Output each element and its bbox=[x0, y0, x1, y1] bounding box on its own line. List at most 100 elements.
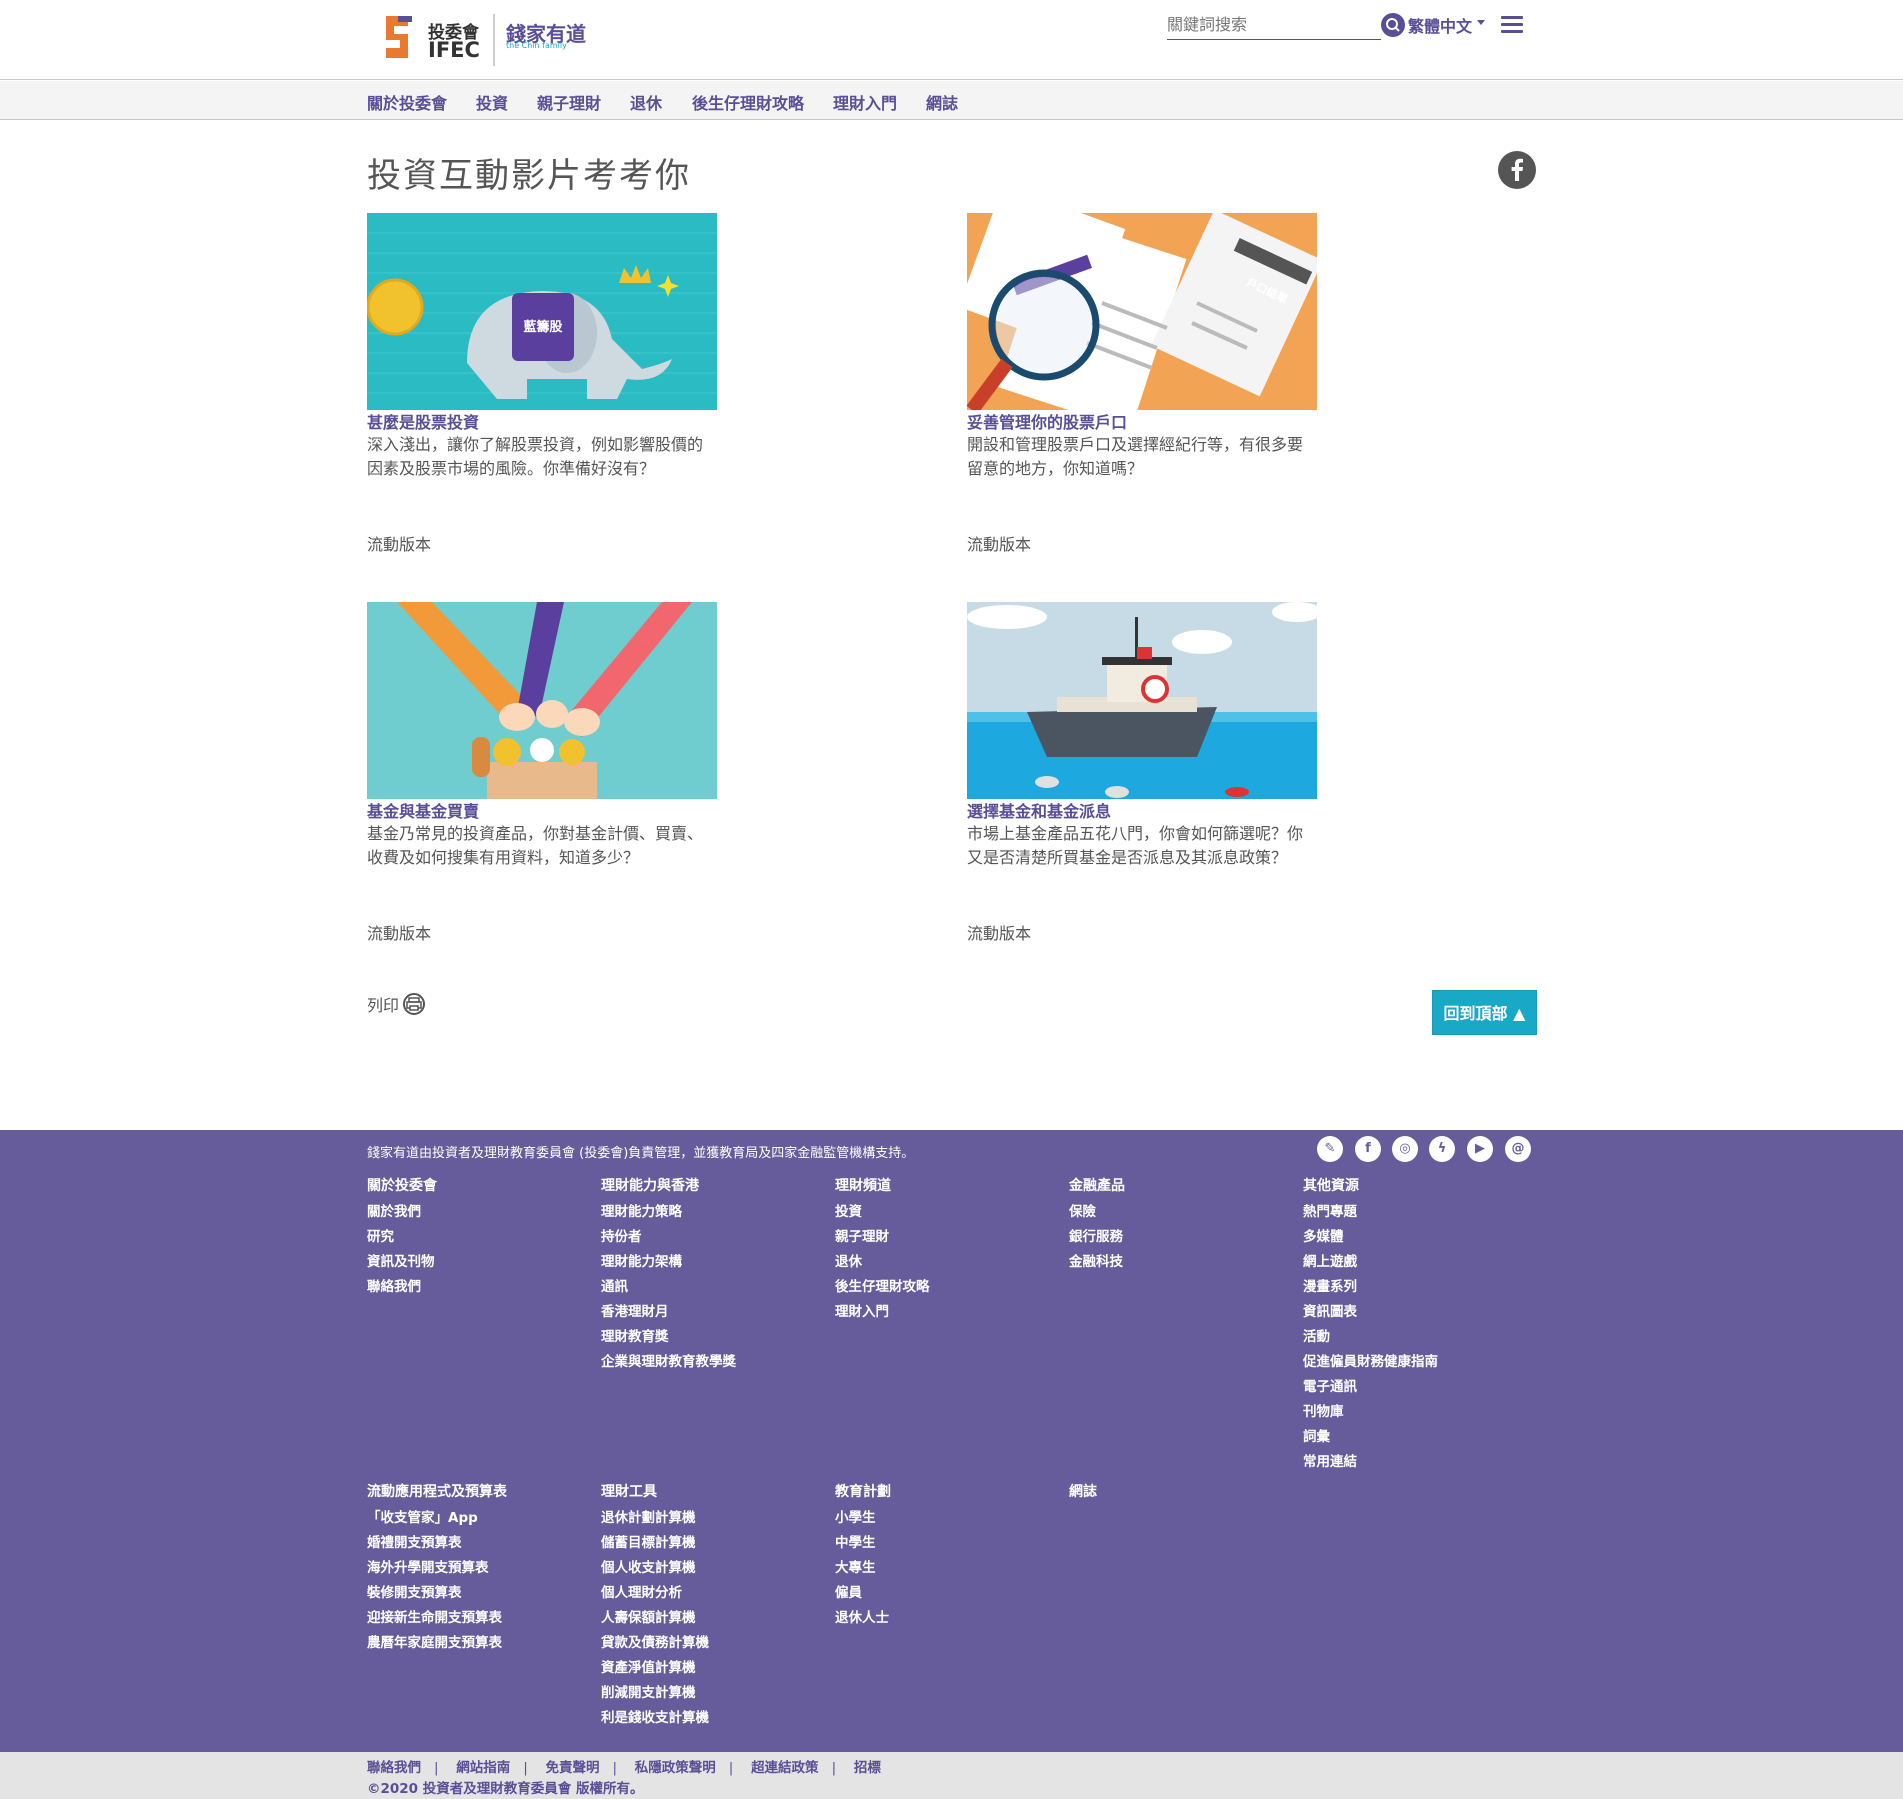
footer-link[interactable]: 農曆年家庭開支預算表 bbox=[367, 1631, 587, 1656]
footer-link[interactable]: 香港理財月 bbox=[601, 1300, 821, 1325]
facebook-icon[interactable]: f bbox=[1355, 1136, 1381, 1162]
nav-item-youth[interactable]: 後生仔理財攻略 bbox=[692, 90, 804, 114]
footer-link[interactable]: 企業與理財教育教學獎 bbox=[601, 1350, 821, 1375]
footer-link[interactable]: 退休 bbox=[835, 1250, 1055, 1275]
mobile-version-link[interactable]: 流動版本 bbox=[367, 531, 431, 555]
print-icon[interactable] bbox=[403, 993, 425, 1015]
card-description: 開設和管理股票戶口及選擇經紀行等，有很多要留意的地方，你知道嗎？ bbox=[967, 435, 1304, 478]
footer-link[interactable]: 熱門專題 bbox=[1303, 1200, 1523, 1225]
footer-link[interactable]: 迎接新生命開支預算表 bbox=[367, 1606, 587, 1631]
nav-item-basics[interactable]: 理財入門 bbox=[833, 90, 897, 114]
footer-link[interactable]: 親子理財 bbox=[835, 1225, 1055, 1250]
print-link[interactable]: 列印 bbox=[367, 992, 399, 1016]
footer-link[interactable]: 刊物庫 bbox=[1303, 1400, 1523, 1425]
nav-item-retirement[interactable]: 退休 bbox=[630, 90, 662, 114]
footer-link[interactable]: 銀行服務 bbox=[1069, 1225, 1289, 1250]
footer-link[interactable]: 中學生 bbox=[835, 1531, 1055, 1556]
footer-link[interactable]: 理財教育獎 bbox=[601, 1325, 821, 1350]
footer-link[interactable]: 多媒體 bbox=[1303, 1225, 1523, 1250]
footer-link[interactable]: 「收支管家」App bbox=[367, 1506, 587, 1531]
nav-item-family[interactable]: 親子理財 bbox=[537, 90, 601, 114]
email-icon[interactable]: @ bbox=[1505, 1136, 1531, 1162]
footer-heading: 理財工具 bbox=[601, 1484, 657, 1500]
search-input[interactable] bbox=[1167, 10, 1377, 38]
footer-link[interactable]: 退休計劃計算機 bbox=[601, 1506, 821, 1531]
card-thumbnail[interactable]: 戶口結單 bbox=[967, 213, 1317, 410]
card-image-label: 藍籌股 bbox=[523, 319, 562, 335]
card-thumbnail[interactable] bbox=[367, 602, 717, 799]
legal-link-tender[interactable]: 招標 bbox=[854, 1760, 881, 1776]
language-selector[interactable]: 繁體中文 bbox=[1408, 13, 1472, 37]
legal-link-sitemap[interactable]: 網站指南 bbox=[456, 1760, 510, 1776]
legal-link-hyperlink[interactable]: 超連結政策 bbox=[751, 1760, 819, 1776]
blog-icon[interactable]: ✎ bbox=[1317, 1136, 1343, 1162]
instagram-icon[interactable]: ◎ bbox=[1392, 1136, 1418, 1162]
footer-link[interactable]: 漫畫系列 bbox=[1303, 1275, 1523, 1300]
card-title[interactable]: 基金與基金買賣 bbox=[367, 802, 717, 822]
footer-link[interactable]: 通訊 bbox=[601, 1275, 821, 1300]
card-thumbnail[interactable] bbox=[967, 602, 1317, 799]
legal-link-disclaimer[interactable]: 免責聲明 bbox=[546, 1760, 600, 1776]
mobile-version-link[interactable]: 流動版本 bbox=[367, 920, 431, 944]
footer-link[interactable]: 退休人士 bbox=[835, 1606, 1055, 1631]
footer-heading[interactable]: 網誌 bbox=[1069, 1481, 1289, 1506]
footer-link[interactable]: 海外升學開支預算表 bbox=[367, 1556, 587, 1581]
footer-link[interactable]: 貸款及債務計算機 bbox=[601, 1631, 821, 1656]
footer-link[interactable]: 婚禮開支預算表 bbox=[367, 1531, 587, 1556]
footer-link[interactable]: 儲蓄目標計算機 bbox=[601, 1531, 821, 1556]
footer-link[interactable]: 活動 bbox=[1303, 1325, 1523, 1350]
logo-sub-text: IFEC bbox=[428, 38, 480, 62]
footer-link[interactable]: 資訊及刊物 bbox=[367, 1250, 587, 1275]
site-logo[interactable]: 投委會 IFEC 錢家有道 the Chin family bbox=[378, 10, 588, 70]
chevron-down-icon[interactable] bbox=[1477, 20, 1485, 25]
footer-link[interactable]: 利是錢收支計算機 bbox=[601, 1706, 821, 1731]
footer-link[interactable]: 削減開支計算機 bbox=[601, 1681, 821, 1706]
hamburger-menu-icon[interactable] bbox=[1501, 16, 1523, 34]
search-button[interactable] bbox=[1381, 13, 1405, 37]
footer-link[interactable]: 裝修開支預算表 bbox=[367, 1581, 587, 1606]
footer-link[interactable]: 聯絡我們 bbox=[367, 1275, 587, 1300]
footer-link[interactable]: 電子通訊 bbox=[1303, 1375, 1523, 1400]
nav-item-investment[interactable]: 投資 bbox=[476, 90, 508, 114]
footer-link[interactable]: 研究 bbox=[367, 1225, 587, 1250]
legal-link-privacy[interactable]: 私隱政策聲明 bbox=[635, 1760, 716, 1776]
search-box bbox=[1167, 10, 1381, 40]
messenger-icon[interactable]: ϟ bbox=[1429, 1136, 1455, 1162]
nav-item-about[interactable]: 關於投委會 bbox=[367, 90, 447, 114]
footer-link[interactable]: 理財能力策略 bbox=[601, 1200, 821, 1225]
footer-link[interactable]: 關於我們 bbox=[367, 1200, 587, 1225]
mobile-version-link[interactable]: 流動版本 bbox=[967, 920, 1031, 944]
nav-item-blog[interactable]: 網誌 bbox=[926, 90, 958, 114]
footer-link[interactable]: 持份者 bbox=[601, 1225, 821, 1250]
footer-link[interactable]: 網上遊戲 bbox=[1303, 1250, 1523, 1275]
card-title[interactable]: 選擇基金和基金派息 bbox=[967, 802, 1317, 822]
facebook-share-button[interactable] bbox=[1498, 151, 1536, 189]
footer-link[interactable]: 詞彙 bbox=[1303, 1425, 1523, 1450]
legal-link-contact[interactable]: 聯絡我們 bbox=[367, 1760, 421, 1776]
footer-link[interactable]: 資產淨值計算機 bbox=[601, 1656, 821, 1681]
youtube-icon[interactable]: ▶ bbox=[1467, 1136, 1493, 1162]
footer-link[interactable]: 理財入門 bbox=[835, 1300, 1055, 1325]
footer-link[interactable]: 金融科技 bbox=[1069, 1250, 1289, 1275]
mobile-version-link[interactable]: 流動版本 bbox=[967, 531, 1031, 555]
footer-link[interactable]: 資訊圖表 bbox=[1303, 1300, 1523, 1325]
footer-link[interactable]: 理財能力架構 bbox=[601, 1250, 821, 1275]
footer-link[interactable]: 後生仔理財攻略 bbox=[835, 1275, 1055, 1300]
card-title[interactable]: 甚麼是股票投資 bbox=[367, 413, 717, 433]
footer-link[interactable]: 大專生 bbox=[835, 1556, 1055, 1581]
back-to-top-button[interactable]: 回到頂部 ▲ bbox=[1432, 990, 1537, 1035]
footer-link[interactable]: 常用連結 bbox=[1303, 1450, 1523, 1475]
card-thumbnail[interactable]: 藍籌股 bbox=[367, 213, 717, 410]
footer-link[interactable]: 保險 bbox=[1069, 1200, 1289, 1225]
footer-link[interactable]: 僱員 bbox=[835, 1581, 1055, 1606]
footer-link[interactable]: 個人理財分析 bbox=[601, 1581, 821, 1606]
footer-column-capability: 理財能力與香港 理財能力策略 持份者 理財能力架構 通訊 香港理財月 理財教育獎… bbox=[601, 1175, 821, 1375]
footer-link[interactable]: 個人收支計算機 bbox=[601, 1556, 821, 1581]
main-nav: 關於投委會 投資 親子理財 退休 後生仔理財攻略 理財入門 網誌 bbox=[0, 81, 1903, 120]
footer-link[interactable]: 投資 bbox=[835, 1200, 1055, 1225]
footer-link[interactable]: 人壽保額計算機 bbox=[601, 1606, 821, 1631]
footer-link[interactable]: 促進僱員財務健康指南 bbox=[1303, 1350, 1523, 1375]
card-description: 市場上基金產品五花八門，你會如何篩選呢？你又是否清楚所買基金是否派息及其派息政策… bbox=[967, 824, 1304, 867]
card-title[interactable]: 妥善管理你的股票戶口 bbox=[967, 413, 1317, 433]
footer-link[interactable]: 小學生 bbox=[835, 1506, 1055, 1531]
